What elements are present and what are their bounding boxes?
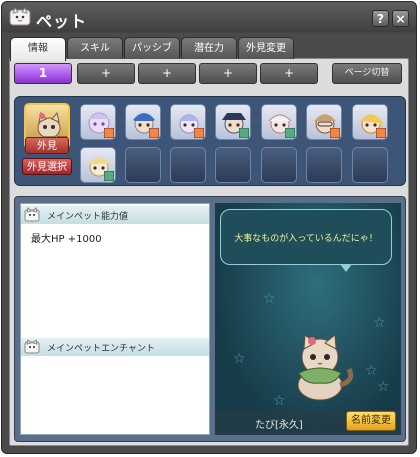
select-appearance-button[interactable]: 外見選択 [22,158,72,175]
lock-icon [239,128,249,138]
tab-potential[interactable]: 潜在力 [181,37,237,59]
pet-slot[interactable] [306,104,342,140]
pet-slot[interactable] [215,104,251,140]
pet-slot[interactable] [125,104,161,140]
lock-icon [104,128,114,138]
window-title: ペット [36,12,88,31]
lock-icon [376,128,386,138]
pet-slot[interactable] [80,104,116,140]
lock-icon [194,128,204,138]
pet-cat-sprite [297,334,354,401]
star-icon: ☆ [377,379,390,395]
add-page-button[interactable]: + [260,63,318,84]
add-page-button[interactable]: + [199,63,257,84]
pet-cat-icon [24,207,40,222]
pet-slot[interactable] [80,147,116,183]
star-icon: ☆ [233,351,246,367]
lock-icon [285,128,295,138]
title-bar[interactable]: ペット ? × [2,2,418,34]
pet-slot-empty[interactable] [170,147,206,183]
main-pet-stats-header: メインペット能力値 [21,206,209,224]
star-icon: ☆ [365,363,378,379]
pet-slot[interactable] [261,104,297,140]
page-bar: 1 + + + + ページ切替 [12,63,408,85]
pet-slot-empty[interactable] [215,147,251,183]
tab-skill[interactable]: スキル [67,37,123,59]
pet-name: たび[永久] [255,420,303,431]
help-button[interactable]: ? [372,10,389,27]
pet-slot-box [14,96,406,186]
lock-icon [104,171,114,181]
star-icon: ☆ [273,393,286,409]
pet-cat-icon [9,7,31,26]
tab-passive[interactable]: パッシブ [124,37,180,59]
speech-bubble: 大事なものが入っているんだにゃ！ [220,209,392,265]
page-switch-button[interactable]: ページ切替 [332,63,402,84]
tab-info[interactable]: 情報 [10,37,66,61]
section-title: メインペットエンチャント [47,344,155,354]
info-panel: メインペット能力値 最大HP +1000 メインペットエンチャント [20,203,210,435]
pet-slot-empty[interactable] [125,147,161,183]
stat-line: 最大HP +1000 [31,234,102,245]
star-icon: ☆ [373,315,386,331]
add-page-button[interactable]: + [138,63,196,84]
lock-icon [149,128,159,138]
page-1-button[interactable]: 1 [14,63,72,84]
main-pet-enchant-header: メインペットエンチャント [21,338,209,356]
lock-icon [330,128,340,138]
pet-slot-empty[interactable] [306,147,342,183]
rename-button[interactable]: 名前変更 [346,411,396,431]
appearance-tag: 外見 [25,137,69,154]
pet-slot[interactable] [352,104,388,140]
speech-bubble-tail [340,264,352,272]
add-page-button[interactable]: + [77,63,135,84]
close-button[interactable]: × [392,10,409,27]
pet-slot[interactable] [170,104,206,140]
star-icon: ☆ [263,291,276,307]
pet-slot-empty[interactable] [261,147,297,183]
pet-slot-empty[interactable] [352,147,388,183]
section-title: メインペット能力値 [47,212,129,222]
pet-cat-icon [24,339,40,354]
pet-preview-scene: 大事なものが入っているんだにゃ！ ☆ ☆ ☆ ☆ ☆ ☆ たび[永久] 名前変更 [215,203,401,435]
speech-text: 大事なものが入っているんだにゃ！ [234,234,378,244]
tab-appearance-change[interactable]: 外見変更 [238,37,294,59]
